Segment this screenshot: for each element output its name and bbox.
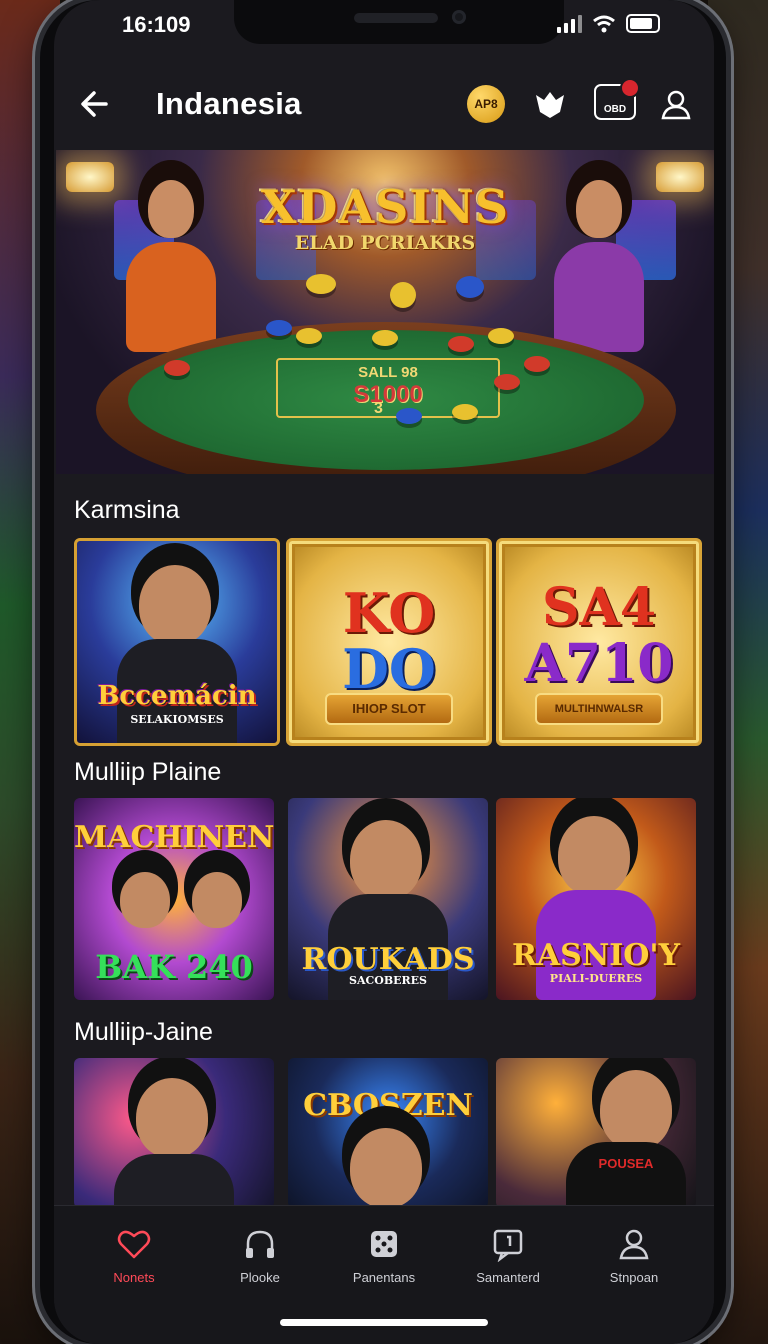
card-title: ROUKADS [301,942,475,977]
card-portrait [558,816,630,896]
card-plate: IHIOP SLOT [325,693,453,725]
game-card[interactable]: CBOSZEN [288,1058,488,1208]
card-subtitle: SELAKIOMSES [130,713,224,726]
app-header: Indanesia AP8 OBD [54,66,714,142]
chip [396,408,422,424]
chip [164,360,190,376]
tab-label: Plooke [240,1270,280,1285]
front-camera [452,10,466,24]
chip [372,330,398,346]
card-portrait-suit: POUSEA [566,1142,686,1208]
game-card[interactable]: RASNIO'Y PIALI-DUERES [496,798,696,1000]
card-portrait [192,872,242,928]
card-portrait [600,1070,672,1150]
game-card[interactable]: SA4 A710 MULTIHNWALSR [496,538,702,746]
chip [266,320,292,336]
chip [488,328,514,344]
card-title-top: SA4 [541,577,657,638]
chip [448,336,474,352]
heart-icon [117,1230,151,1259]
flying-chip [306,274,336,294]
shop-button[interactable] [528,82,572,126]
card-title-bottom: A710 [524,633,674,694]
phone-frame: 16:109 Indanesia AP8 OBD XDASINS ELAD PC… [40,0,726,1344]
page-title: Indanesia [156,86,302,121]
signal-icon [557,14,582,33]
flying-chip [390,282,416,308]
chip [296,328,322,344]
back-arrow-icon[interactable] [76,84,116,124]
tab-plooke[interactable]: Plooke [194,1226,326,1296]
card-portrait [350,820,422,900]
flying-chip [456,276,484,298]
battery-icon [626,14,660,33]
app-screen: 16:109 Indanesia AP8 OBD XDASINS ELAD PC… [54,0,714,1344]
card-portrait [350,1128,422,1208]
wallet-label: OBD [603,104,627,115]
card-subtitle: BAK 240 [95,948,253,986]
section-title-3: Mulliip-Jaine [74,1018,213,1046]
stakes-label: SALL 98 [358,364,418,381]
shirt-print: POUSEA [598,1156,654,1171]
game-card[interactable] [74,1058,274,1208]
coin-icon: AP8 [467,85,505,123]
profile-button[interactable] [654,82,698,126]
tab-label: Nonets [113,1270,155,1285]
chip [452,404,478,420]
speaker [354,13,438,23]
tab-stnpoan[interactable]: Stnpoan [568,1226,700,1296]
table-number: 3 [374,400,383,417]
card-portrait-suit [114,1154,234,1208]
section-title-2: Mulliip Plaine [74,758,222,786]
coins-button[interactable]: AP8 [464,82,508,126]
card-title-bottom: DO [342,637,436,701]
home-indicator[interactable] [280,1319,488,1326]
tab-label: Samanterd [476,1270,540,1285]
status-icons [557,14,660,33]
chip [494,374,520,390]
card-portrait [136,1078,208,1158]
tab-label: Panentans [352,1270,416,1285]
crown-shield-icon [536,92,564,118]
tab-panentans[interactable]: Panentans [318,1226,450,1296]
section-title-1: Karmsina [74,496,180,524]
game-card[interactable]: KO DO IHIOP SLOT [286,538,492,746]
dice-icon [371,1231,397,1257]
wifi-icon [593,15,615,32]
card-title-top: KO [342,581,436,645]
card-portrait [120,872,170,928]
card-subtitle: SACOBERES [349,974,427,987]
card-subtitle: PIALI-DUERES [549,972,643,985]
card-title: RASNIO'Y [511,938,681,973]
bottom-tab-bar: Nonets Plooke Panentans Samanterd Stnpoa… [54,1205,714,1344]
game-card[interactable]: POUSEA [496,1058,696,1208]
user-icon [661,90,691,120]
chat-icon [493,1229,523,1262]
notification-dot [620,78,640,98]
card-title: Bccemácin [97,681,257,711]
wallet-button[interactable]: OBD [594,78,640,120]
notch [234,0,564,44]
card-title: MACHINEN [74,820,274,855]
card-plate: MULTIHNWALSR [535,693,663,725]
headphones-icon [246,1230,274,1258]
card-portrait [139,565,211,645]
game-card[interactable]: MACHINEN BAK 240 [74,798,274,1000]
status-time: 16:109 [122,12,191,37]
chip [524,356,550,372]
user-icon [619,1229,649,1260]
tab-nonets[interactable]: Nonets [68,1226,200,1296]
tab-samanterd[interactable]: Samanterd [442,1226,574,1296]
hero-banner[interactable]: XDASINS ELAD PCRIAKRS SALL 98 S1000 3 [56,150,714,474]
tab-label: Stnpoan [609,1270,659,1285]
game-card[interactable]: ROUKADS SACOBERES [288,798,488,1000]
card-title: CBOSZEN [303,1088,473,1123]
game-card[interactable]: Bccemácin SELAKIOMSES [74,538,280,746]
